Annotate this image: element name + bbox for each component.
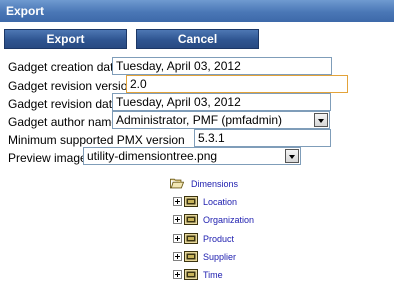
preview-image-label: Preview image <box>8 151 87 165</box>
open-folder-icon <box>170 178 184 189</box>
expand-icon[interactable] <box>173 215 182 224</box>
creation-date-field[interactable]: Tuesday, April 03, 2012 <box>112 57 332 75</box>
cancel-button[interactable]: Cancel <box>136 29 259 49</box>
expand-icon[interactable] <box>173 197 182 206</box>
revision-version-field[interactable]: 2.0 <box>126 75 348 93</box>
chevron-down-icon[interactable] <box>314 113 328 127</box>
pmx-version-field[interactable]: 5.3.1 <box>194 129 331 147</box>
window-title: Export <box>0 0 394 22</box>
dimension-icon <box>184 196 198 207</box>
expand-icon[interactable] <box>173 270 182 279</box>
tree-item-product[interactable]: Product <box>173 232 293 246</box>
tree-item-label: Time <box>203 270 223 280</box>
author-label: Gadget author name <box>8 115 119 129</box>
dimension-icon <box>184 269 198 280</box>
preview-image-select-value: utility-dimensiontree.png <box>87 149 218 163</box>
revision-version-label: Gadget revision version <box>8 79 135 93</box>
author-select-value: Administrator, PMF (pmfadmin) <box>116 113 283 127</box>
tree-item-label: Location <box>203 197 238 207</box>
author-select[interactable]: Administrator, PMF (pmfadmin) <box>112 111 330 129</box>
pmx-version-label: Minimum supported PMX version <box>8 133 185 147</box>
preview-image-select[interactable]: utility-dimensiontree.png <box>83 147 301 165</box>
export-button[interactable]: Export <box>4 29 127 49</box>
dimension-icon <box>184 214 198 225</box>
revision-date-label: Gadget revision date <box>8 97 119 111</box>
tree-item-label: Supplier <box>203 252 237 262</box>
creation-date-label: Gadget creation date <box>8 60 121 74</box>
dimension-icon <box>184 233 198 244</box>
tree-item-time[interactable]: Time <box>173 268 293 282</box>
revision-date-field[interactable]: Tuesday, April 03, 2012 <box>112 93 331 111</box>
tree-item-organization[interactable]: Organization <box>173 213 293 227</box>
tree-root-dimensions[interactable]: Dimensions <box>170 177 290 191</box>
dimension-icon <box>184 251 198 262</box>
expand-icon[interactable] <box>173 252 182 261</box>
tree-item-supplier[interactable]: Supplier <box>173 250 293 264</box>
tree-item-location[interactable]: Location <box>173 195 293 209</box>
chevron-down-icon[interactable] <box>285 149 299 163</box>
tree-item-label: Organization <box>203 215 255 225</box>
tree-root-label: Dimensions <box>191 179 239 189</box>
expand-icon[interactable] <box>173 234 182 243</box>
tree-item-label: Product <box>203 234 235 244</box>
